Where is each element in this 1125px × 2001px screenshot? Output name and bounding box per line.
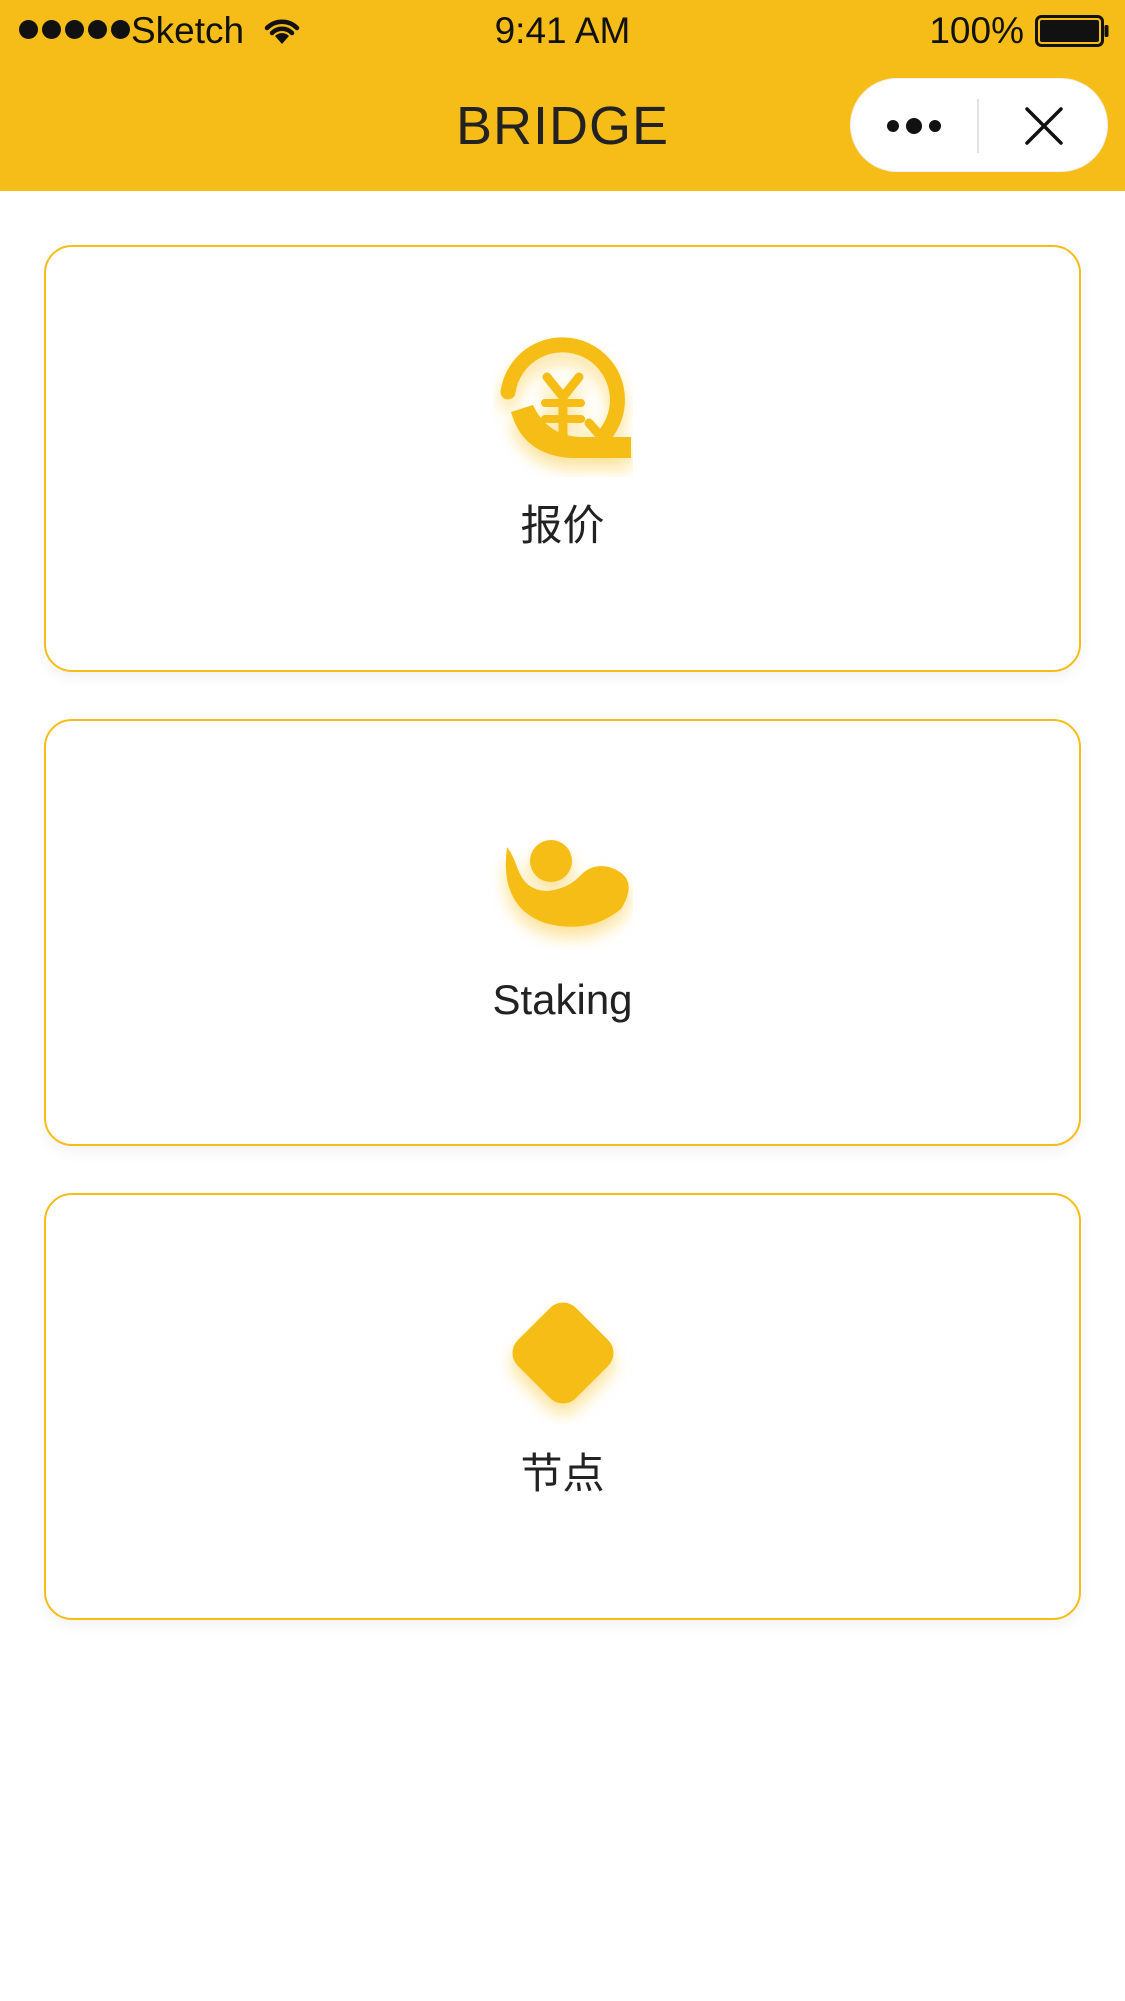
staking-card-label: Staking	[492, 976, 633, 1023]
app-header: Sketch 9:41 AM 100% BRIDGE	[0, 0, 1125, 191]
more-button[interactable]	[851, 79, 977, 173]
node-card[interactable]: 节点	[44, 1193, 1081, 1620]
status-bar: Sketch 9:41 AM 100%	[0, 0, 1125, 62]
node-card-label: 节点	[520, 1450, 605, 1497]
quote-card[interactable]: 报价	[44, 245, 1081, 672]
quote-card-label: 报价	[520, 502, 605, 549]
battery-percentage: 100%	[929, 10, 1024, 51]
ingot-icon	[505, 840, 629, 927]
battery-icon	[1035, 15, 1109, 47]
capsule-divider	[977, 99, 979, 153]
close-button[interactable]	[981, 79, 1107, 173]
diamond-icon	[512, 1302, 614, 1404]
staking-card[interactable]: Staking	[44, 719, 1081, 1146]
mini-program-capsule	[850, 78, 1108, 172]
close-icon	[1025, 107, 1063, 145]
yuan-exchange-icon	[500, 337, 631, 458]
more-dots-icon	[887, 118, 941, 134]
